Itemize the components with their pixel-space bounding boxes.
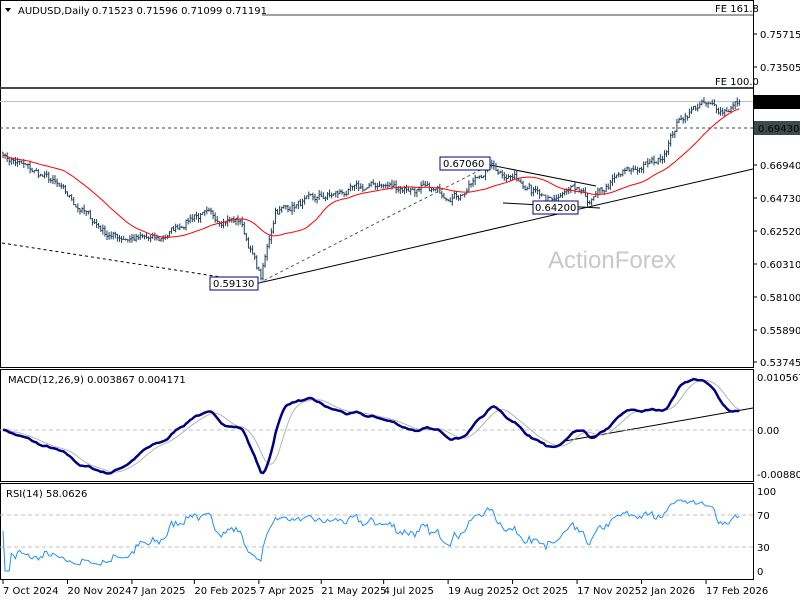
time-tick-label: 2 Jan 2026 [642,586,696,597]
price-tick-label: 0.73505 [760,63,800,74]
macd-tick-label: -0.008808 [757,470,800,481]
macd-tick-label: 0.010567 [757,373,800,384]
level-price-text: 0.69430 [758,124,799,135]
time-tick-label: 7 Jan 2025 [132,586,186,597]
ohlc-bar [542,194,545,196]
time-tick-label: 17 Nov 2025 [577,586,641,597]
low2-label: 0.64200 [535,203,576,214]
price-tick-label: 0.60310 [760,260,800,271]
rsi-tick-label: 70 [757,511,770,522]
rsi-tick-label: 30 [757,543,770,554]
macd-panel [0,369,754,482]
time-tick-label: 21 May 2025 [321,586,386,597]
price-tick-label: 0.75715 [760,30,800,41]
time-tick-label: 20 Feb 2025 [194,586,256,597]
macd-tick-label: 0.00 [757,426,779,437]
time-tick-label: 20 Nov 2024 [67,586,131,597]
fe-161-label: FE 161.8 [715,4,759,15]
rsi-tick-label: 100 [757,487,776,498]
price-tick-label: 0.64730 [760,194,800,205]
low2-label-box: 0.64200 [532,200,579,215]
time-tick-label: 7 Oct 2024 [3,586,58,597]
watermark: ActionForex [548,247,676,274]
rsi-title: RSI(14) 58.0626 [6,489,87,500]
rsi-panel [0,483,754,580]
price-tick-label: 0.66940 [760,161,800,172]
fe-100-label: FE 100.0 [715,77,759,88]
time-tick-label: 7 Apr 2025 [259,586,314,597]
time-tick-label: 2 Oct 2025 [513,586,568,597]
low1-label-box: 0.59130 [209,276,259,291]
low1-label: 0.59130 [213,279,254,290]
price-tick-label: 0.55890 [760,326,800,337]
time-tick-label: 19 Aug 2025 [448,586,512,597]
price-tick-label: 0.58100 [760,293,800,304]
bid-price-text: 0.71191 [758,98,799,109]
ohlc-values: 0.71523 0.71596 0.71099 0.71191 [92,6,267,17]
price-tick-label: 0.53745 [760,358,800,369]
chart-canvas: ActionForex 0.75715 0.73505 0.66940 0.64730… [0,0,800,597]
time-tick-label: 17 Feb 2026 [706,586,768,597]
rsi-tick-label: 0 [757,567,763,578]
macd-title: MACD(12,26,9) 0.003867 0.004171 [8,375,186,386]
high-label-box: 0.67060 [439,156,491,171]
price-tick-label: 0.62520 [760,227,800,238]
high-label: 0.67060 [443,159,484,170]
symbol-label: AUDUSD,Daily [18,6,90,17]
time-tick-label: 4 Jul 2025 [384,586,434,597]
